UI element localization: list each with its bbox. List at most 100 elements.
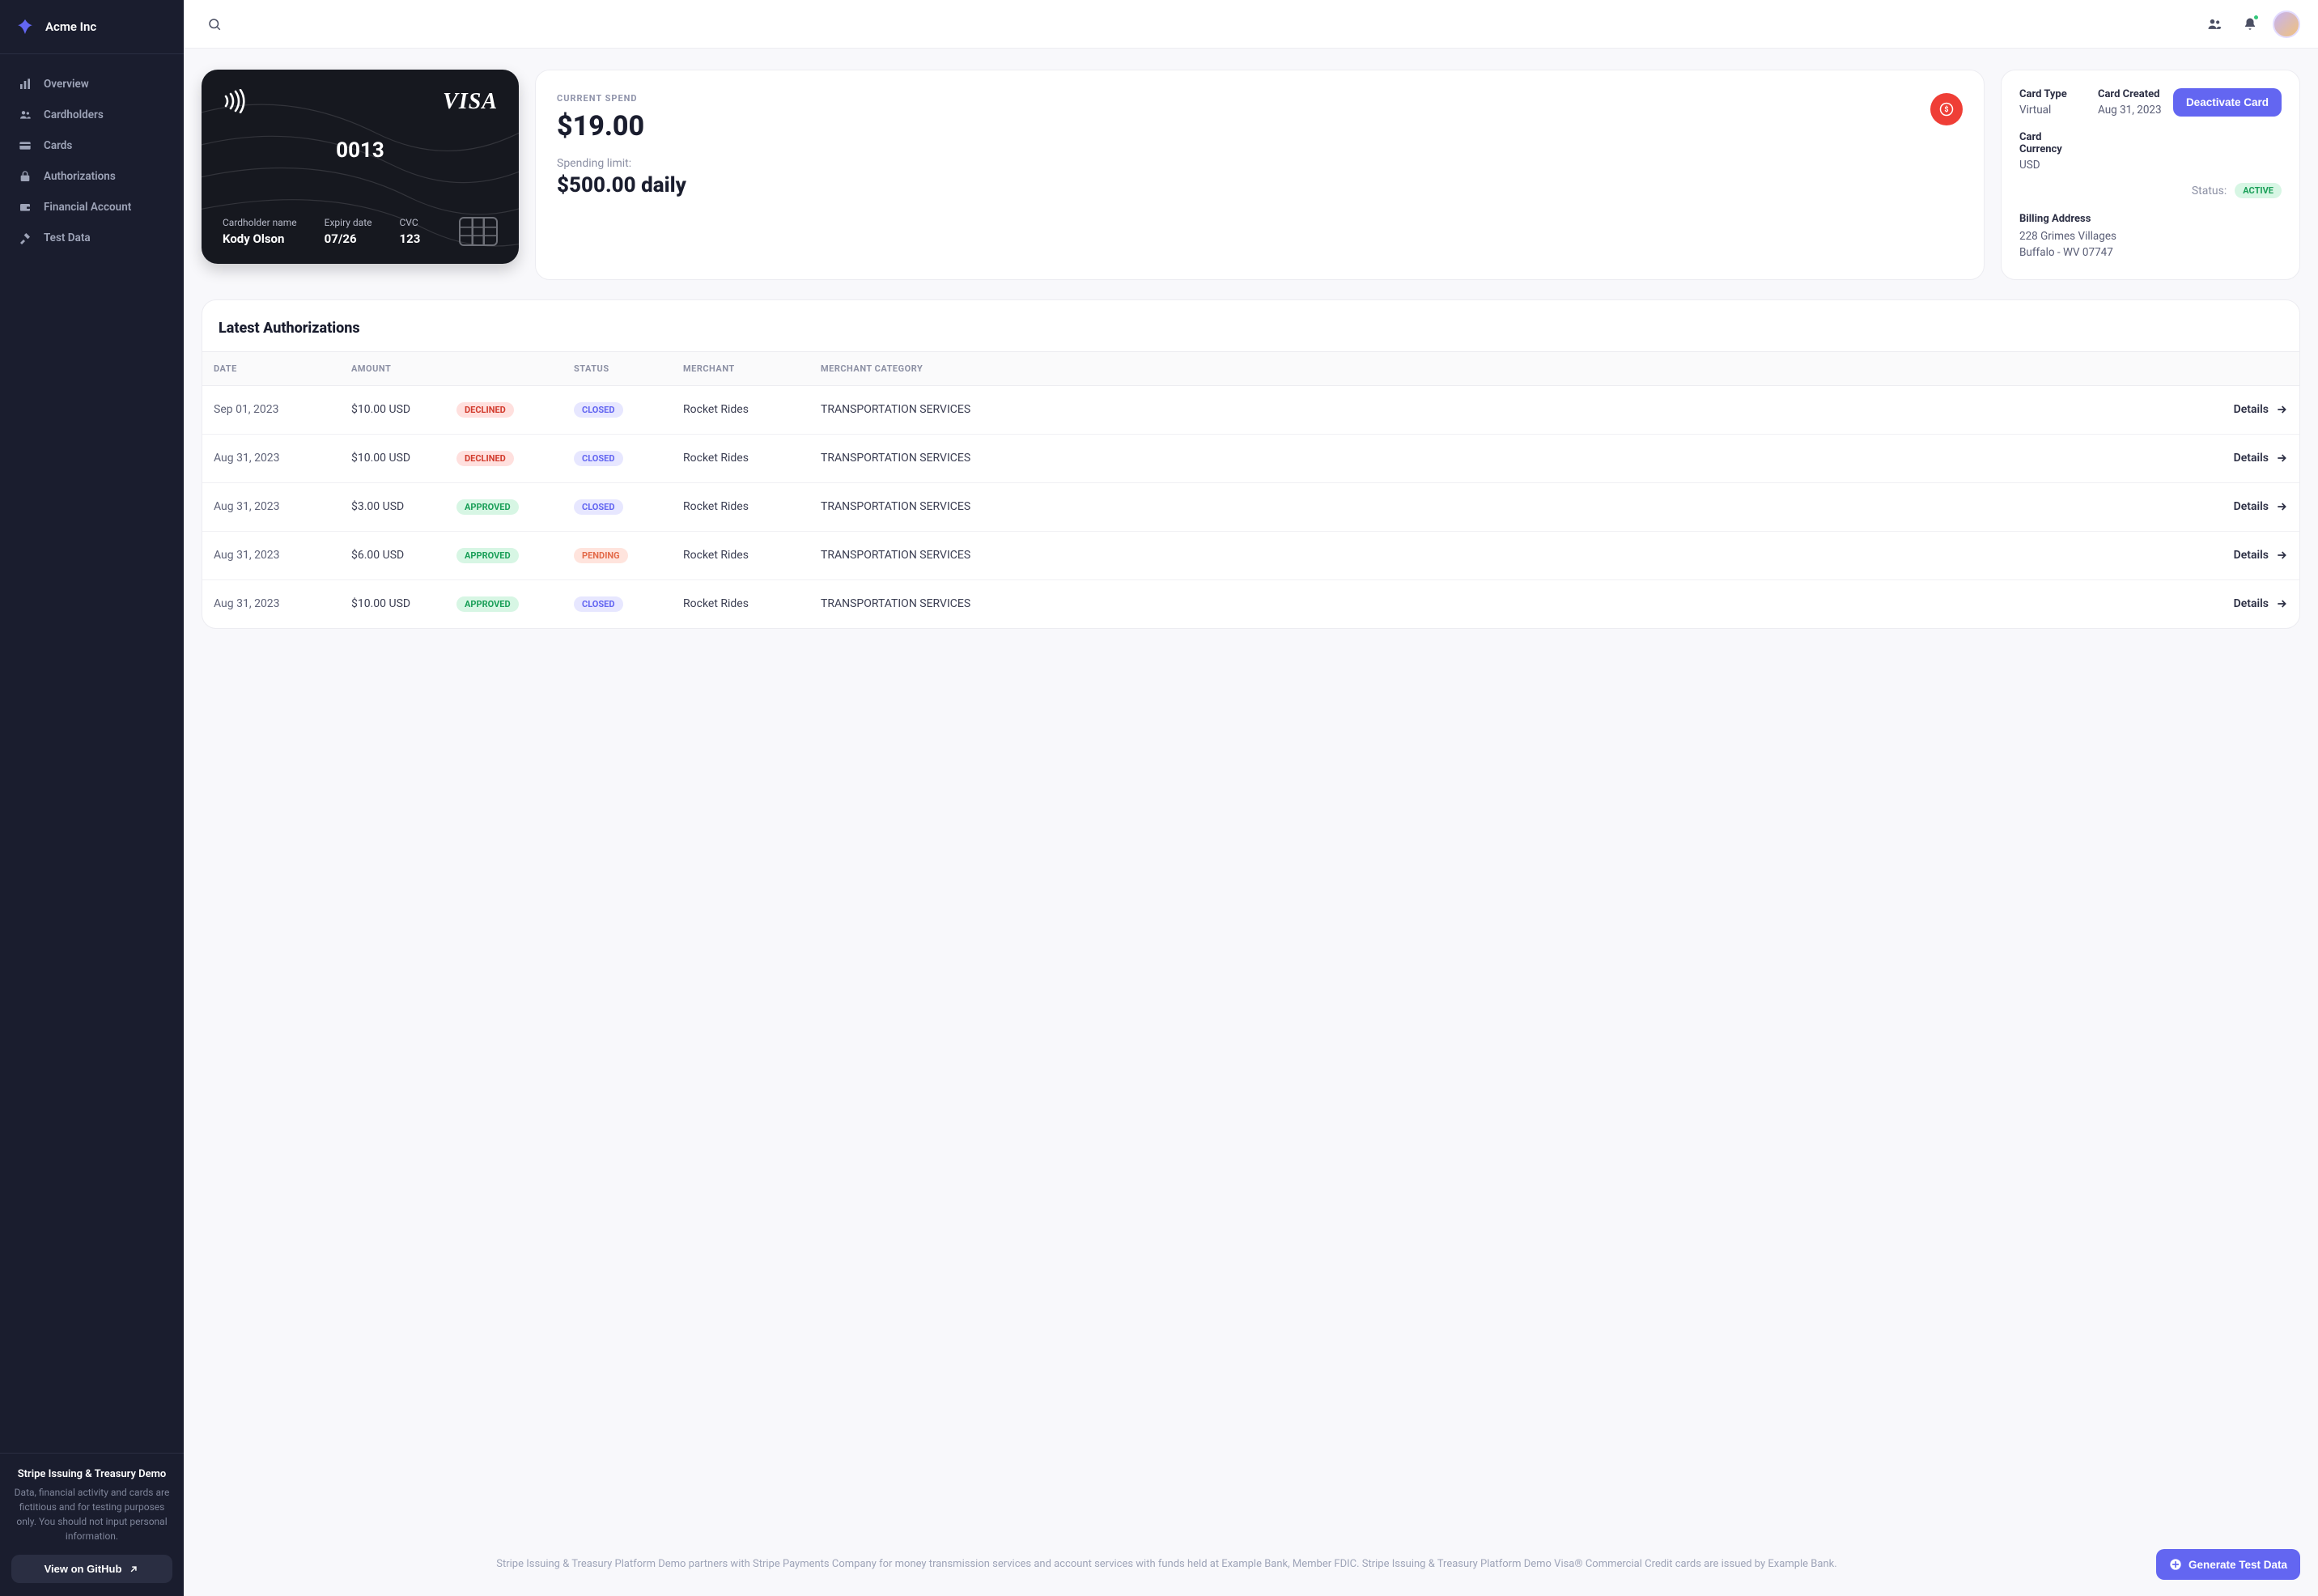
status-badge: CLOSED (574, 596, 623, 612)
table-header: DATE AMOUNT STATUS MERCHANT MERCHANT CAT… (202, 351, 2299, 386)
notification-indicator (2253, 15, 2259, 20)
th-date: DATE (214, 363, 351, 374)
content: VISA 0013 Cardholder name Kody Olson Exp… (184, 49, 2318, 1525)
table-row: Aug 31, 2023 $10.00 USD DECLINED CLOSED … (202, 435, 2299, 483)
card-last4: 0013 (223, 138, 498, 163)
contactless-icon (223, 89, 248, 119)
deactivate-card-button[interactable]: Deactivate Card (2173, 88, 2282, 117)
cell-date: Aug 31, 2023 (214, 452, 351, 465)
external-link-icon (128, 1564, 139, 1575)
details-link[interactable]: Details (2199, 403, 2288, 416)
cell-amount: $10.00 USD (351, 403, 456, 416)
details-link-label: Details (2234, 500, 2269, 513)
table-row: Aug 31, 2023 $3.00 USD APPROVED CLOSED R… (202, 483, 2299, 532)
sidebar-item-label: Cards (44, 139, 72, 152)
cell-merchant: Rocket Rides (683, 452, 821, 465)
th-merchant: MERCHANT (683, 363, 821, 374)
arrow-right-icon (2275, 452, 2288, 465)
cvc-label: CVC (400, 217, 421, 228)
sidebar: Acme Inc Overview Cardholders Cards Authori… (0, 0, 184, 1596)
billing-address-label: Billing Address (2019, 213, 2282, 225)
sidebar-item-label: Overview (44, 78, 89, 91)
search-button[interactable] (202, 11, 227, 37)
generate-test-data-button[interactable]: Generate Test Data (2156, 1549, 2300, 1580)
sidebar-item-label: Financial Account (44, 201, 131, 214)
cell-category: TRANSPORTATION SERVICES (821, 597, 2199, 610)
expiry-value: 07/26 (325, 231, 372, 246)
cell-amount: $6.00 USD (351, 549, 456, 562)
cell-merchant: Rocket Rides (683, 549, 821, 562)
wallet-icon (18, 200, 32, 214)
details-link-label: Details (2234, 403, 2269, 416)
topbar (184, 0, 2318, 49)
details-link[interactable]: Details (2199, 500, 2288, 513)
th-amount: AMOUNT (351, 363, 456, 374)
details-link[interactable]: Details (2199, 549, 2288, 562)
cell-date: Aug 31, 2023 (214, 500, 351, 513)
status-badge: CLOSED (574, 451, 623, 466)
demo-title: Stripe Issuing & Treasury Demo (11, 1468, 172, 1480)
card-created-label: Card Created (2098, 88, 2163, 100)
sidebar-item-cardholders[interactable]: Cardholders (0, 100, 184, 130)
cell-amount: $10.00 USD (351, 597, 456, 610)
card-details-panel: Card Type Virtual Card Created Aug 31, 2… (2001, 70, 2300, 280)
chip-icon (459, 217, 498, 246)
card-created-value: Aug 31, 2023 (2098, 104, 2163, 117)
th-category: MERCHANT CATEGORY (821, 363, 2199, 374)
footer-disclaimer: Stripe Issuing & Treasury Platform Demo … (202, 1556, 2132, 1573)
view-on-github-button[interactable]: View on GitHub (11, 1555, 172, 1583)
billing-address-value: 228 Grimes Villages Buffalo - WV 07747 (2019, 228, 2282, 261)
people-button[interactable] (2201, 11, 2227, 37)
sidebar-item-cards[interactable]: Cards (0, 130, 184, 161)
current-spend-amount: $19.00 (557, 110, 686, 142)
search-icon (207, 17, 222, 32)
cell-amount: $3.00 USD (351, 500, 456, 513)
sidebar-nav: Overview Cardholders Cards Authorizations Fi… (0, 54, 184, 1453)
arrow-right-icon (2275, 403, 2288, 416)
status-badge: CLOSED (574, 499, 623, 515)
dollar-icon: $ (1930, 93, 1963, 125)
spending-limit-label: Spending limit: (557, 157, 686, 170)
lock-icon (18, 169, 32, 184)
cell-amount: $10.00 USD (351, 452, 456, 465)
table-row: Aug 31, 2023 $10.00 USD APPROVED CLOSED … (202, 580, 2299, 628)
cardholder-label: Cardholder name (223, 217, 297, 228)
card-type-label: Card Type (2019, 88, 2085, 100)
details-link[interactable]: Details (2199, 452, 2288, 465)
sidebar-item-financial-account[interactable]: Financial Account (0, 192, 184, 223)
cardholder-name: Kody Olson (223, 231, 297, 246)
brand: Acme Inc (0, 0, 184, 54)
authorizations-title: Latest Authorizations (202, 300, 2299, 351)
avatar[interactable] (2273, 11, 2300, 38)
github-button-label: View on GitHub (45, 1563, 122, 1575)
approval-badge: APPROVED (456, 596, 519, 612)
current-spend-label: CURRENT SPEND (557, 93, 686, 104)
status-label: Status: (2192, 185, 2227, 197)
cell-date: Aug 31, 2023 (214, 549, 351, 562)
arrow-right-icon (2275, 549, 2288, 562)
cell-category: TRANSPORTATION SERVICES (821, 452, 2199, 465)
cell-merchant: Rocket Rides (683, 500, 821, 513)
sidebar-item-test-data[interactable]: Test Data (0, 223, 184, 253)
approval-badge: APPROVED (456, 548, 519, 563)
spending-limit-value: $500.00 daily (557, 173, 686, 197)
status-badge: CLOSED (574, 402, 623, 418)
approval-badge: DECLINED (456, 451, 514, 466)
cell-merchant: Rocket Rides (683, 597, 821, 610)
cell-category: TRANSPORTATION SERVICES (821, 549, 2199, 562)
tools-icon (18, 231, 32, 245)
details-link[interactable]: Details (2199, 597, 2288, 610)
plus-circle-icon (2169, 1558, 2182, 1571)
approval-badge: APPROVED (456, 499, 519, 515)
people-icon (18, 108, 32, 122)
sidebar-item-overview[interactable]: Overview (0, 69, 184, 100)
sidebar-item-authorizations[interactable]: Authorizations (0, 161, 184, 192)
cell-merchant: Rocket Rides (683, 403, 821, 416)
credit-card: VISA 0013 Cardholder name Kody Olson Exp… (202, 70, 519, 264)
notifications-button[interactable] (2237, 11, 2263, 37)
cell-date: Aug 31, 2023 (214, 597, 351, 610)
page-footer: Stripe Issuing & Treasury Platform Demo … (184, 1525, 2318, 1596)
card-icon (18, 138, 32, 153)
card-currency-value: USD (2019, 159, 2085, 172)
approval-badge: DECLINED (456, 402, 514, 418)
